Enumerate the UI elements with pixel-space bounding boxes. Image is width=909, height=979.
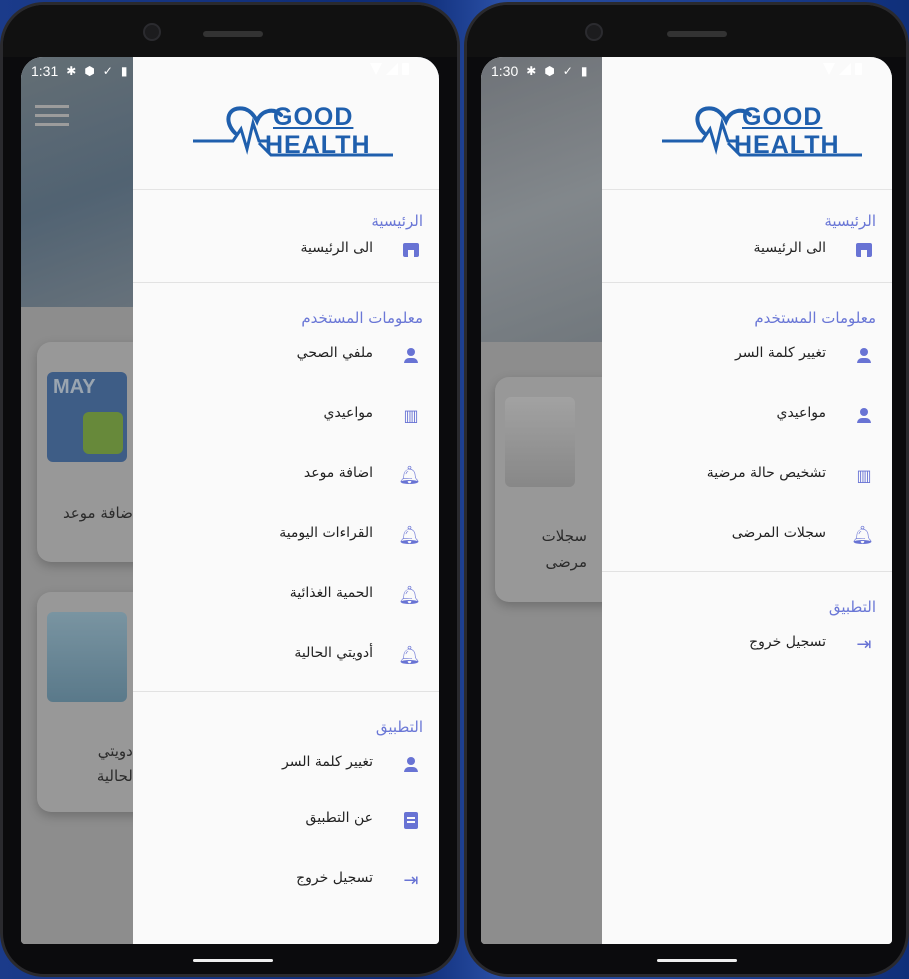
section-title-home: الرئيسية	[824, 212, 876, 230]
menu-item-label: تغيير كلمة السر	[282, 754, 373, 770]
bell-alert-icon: 🔔︎	[398, 465, 421, 486]
store-icon	[854, 240, 874, 260]
status-bar: 1:31 ✱ ⬢ ✓ ▮	[21, 57, 439, 85]
person-icon	[854, 346, 874, 366]
menu-item-change-password[interactable]: تغيير كلمة السر	[133, 736, 439, 792]
screen-right: سجلات مرضى 1:30 ✱ ⬢ ✓ ▮ GOOD HEALTH الرئ…	[481, 57, 892, 944]
menu-item-label: تسجيل خروج	[749, 634, 826, 650]
add-chart-icon: ▥	[856, 466, 872, 485]
phone-bezel	[467, 5, 906, 57]
phone-frame-left: MAY اضافة موعد أدويتي الحالية 1:31 ✱ ⬢ ✓…	[0, 2, 460, 977]
section-title-home: الرئيسية	[371, 212, 423, 230]
logout-icon: ⇥	[856, 634, 872, 655]
shield-icon: ⬢	[544, 64, 555, 78]
store-icon	[401, 240, 421, 260]
menu-item-label: مواعيدي	[776, 405, 826, 421]
front-camera	[585, 23, 603, 41]
menu-item-label: تسجيل خروج	[296, 870, 373, 886]
logout-icon: ⇥	[403, 870, 419, 891]
menu-item-home[interactable]: الى الرئيسية	[133, 230, 439, 278]
menu-item-label: الحمية الغذائية	[289, 585, 373, 601]
menu-item-label: تغيير كلمة السر	[735, 345, 826, 361]
menu-item-home[interactable]: الى الرئيسية	[602, 230, 892, 278]
app-logo: GOOD HEALTH	[193, 103, 393, 167]
signal-icon	[839, 63, 851, 75]
section-title-app: التطبيق	[375, 718, 423, 736]
menu-item-label: الى الرئيسية	[753, 240, 827, 256]
status-time: 1:30	[491, 63, 519, 79]
menu-item-about[interactable]: عن التطبيق	[133, 792, 439, 852]
menu-item-patient-records[interactable]: 🔔︎ سجلات المرضى	[602, 507, 892, 567]
wifi-icon	[823, 63, 835, 75]
menu-item-daily-readings[interactable]: 🔔︎ القراءات اليومية	[133, 507, 439, 567]
download-done-icon: ✓	[102, 64, 113, 78]
phone-bezel	[3, 5, 457, 57]
status-bar: 1:30 ✱ ⬢ ✓ ▮	[481, 57, 892, 85]
battery-icon	[402, 63, 409, 75]
menu-item-change-password[interactable]: تغيير كلمة السر	[602, 327, 892, 387]
menu-item-diagnosis[interactable]: ▥ تشخيص حالة مرضية	[602, 447, 892, 507]
sd-card-icon: ▮	[580, 64, 588, 78]
menu-item-appointments[interactable]: مواعيدي	[602, 387, 892, 447]
clipboard-icon	[401, 811, 421, 831]
menu-item-label: اضافة موعد	[303, 465, 373, 481]
status-time: 1:31	[31, 63, 59, 79]
menu-item-label: سجلات المرضى	[731, 525, 826, 541]
menu-item-label: الى الرئيسية	[300, 240, 374, 256]
bell-alert-icon: 🔔︎	[398, 645, 421, 666]
signal-icon	[386, 63, 398, 75]
battery-icon	[855, 63, 862, 75]
earpiece-speaker	[203, 31, 263, 37]
earpiece-speaker	[667, 31, 727, 37]
bell-alert-icon: 🔔︎	[398, 525, 421, 546]
settings-icon: ✱	[526, 64, 537, 78]
home-indicator[interactable]	[193, 959, 273, 962]
menu-item-current-medications[interactable]: 🔔︎ أدويتي الحالية	[133, 627, 439, 687]
person-icon	[401, 755, 421, 775]
menu-item-label: القراءات اليومية	[279, 525, 373, 541]
logo-text-good: GOOD	[273, 103, 354, 131]
logo-text-health: HEALTH	[265, 131, 371, 159]
section-title-user-info: معلومات المستخدم	[301, 309, 423, 327]
menu-item-label: ملفي الصحي	[296, 345, 373, 361]
home-indicator[interactable]	[657, 959, 737, 962]
person-icon	[401, 346, 421, 366]
shield-icon: ⬢	[84, 64, 95, 78]
phone-frame-right: سجلات مرضى 1:30 ✱ ⬢ ✓ ▮ GOOD HEALTH الرئ…	[464, 2, 909, 977]
front-camera	[143, 23, 161, 41]
bell-alert-icon: 🔔︎	[851, 525, 874, 546]
add-chart-icon: ▥	[403, 406, 419, 425]
navigation-drawer: GOOD HEALTH الرئيسية الى الرئيسية معلوما…	[602, 57, 892, 944]
navigation-drawer: GOOD HEALTH الرئيسية الى الرئيسية معلوما…	[133, 57, 439, 944]
logo-text-health: HEALTH	[734, 131, 840, 159]
menu-item-logout[interactable]: ⇥ تسجيل خروج	[133, 852, 439, 912]
screen-left: MAY اضافة موعد أدويتي الحالية 1:31 ✱ ⬢ ✓…	[21, 57, 439, 944]
logo-text-good: GOOD	[742, 103, 823, 131]
menu-item-label: تشخيص حالة مرضية	[706, 465, 826, 481]
menu-item-health-profile[interactable]: ملفي الصحي	[133, 327, 439, 387]
menu-item-label: عن التطبيق	[305, 810, 373, 826]
menu-item-label: مواعيدي	[323, 405, 373, 421]
section-title-app: التطبيق	[828, 598, 876, 616]
menu-item-diet[interactable]: 🔔︎ الحمية الغذائية	[133, 567, 439, 627]
person-icon	[854, 406, 874, 426]
wifi-icon	[370, 63, 382, 75]
menu-item-logout[interactable]: ⇥ تسجيل خروج	[602, 616, 892, 676]
bell-alert-icon: 🔔︎	[398, 585, 421, 606]
sd-card-icon: ▮	[120, 64, 128, 78]
settings-icon: ✱	[66, 64, 77, 78]
app-logo: GOOD HEALTH	[662, 103, 862, 167]
section-title-user-info: معلومات المستخدم	[754, 309, 876, 327]
menu-item-label: أدويتي الحالية	[294, 645, 373, 661]
menu-item-appointments[interactable]: ▥ مواعيدي	[133, 387, 439, 447]
menu-item-add-appointment[interactable]: 🔔︎ اضافة موعد	[133, 447, 439, 507]
download-done-icon: ✓	[562, 64, 573, 78]
